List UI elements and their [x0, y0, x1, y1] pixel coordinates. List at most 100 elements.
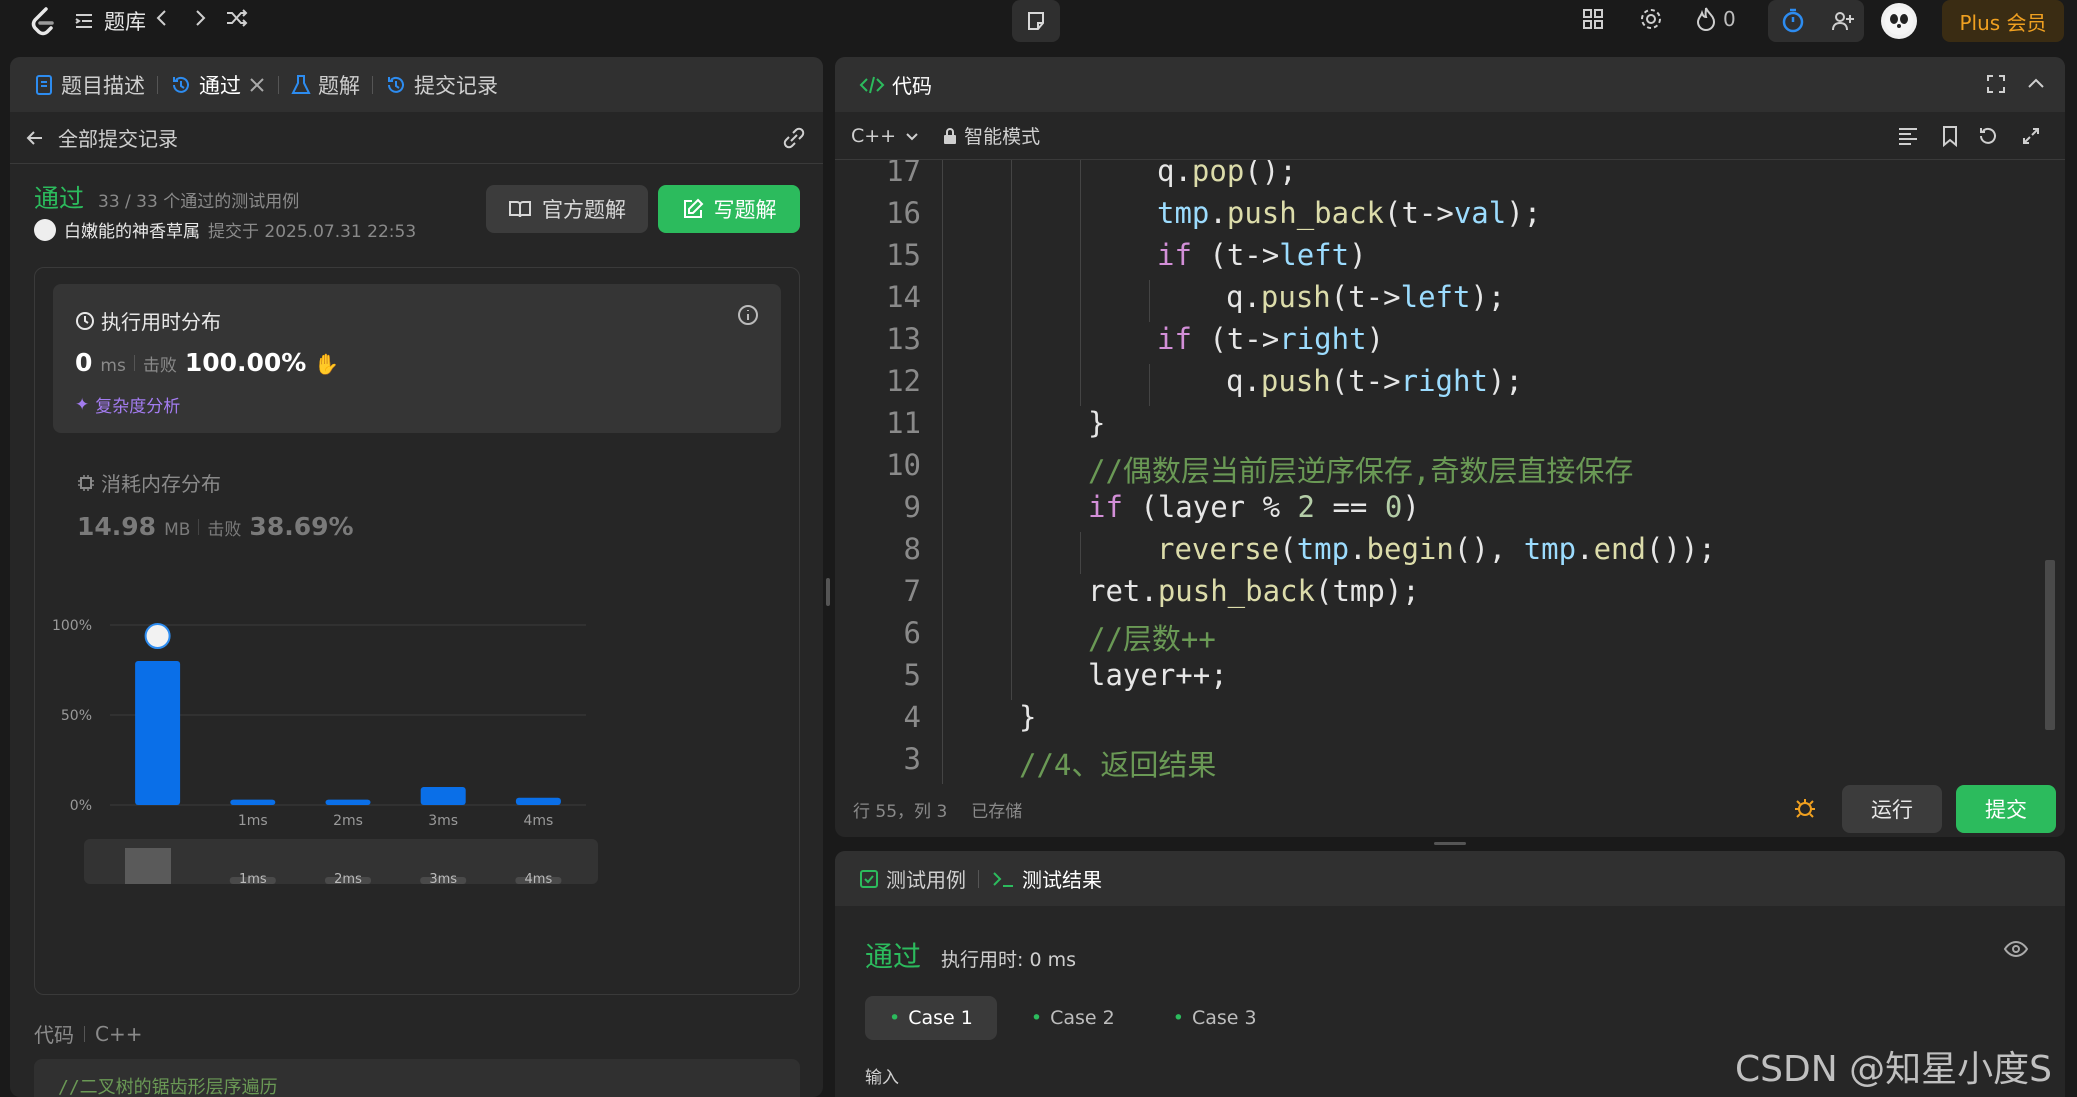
horizontal-resize-handle[interactable] [1434, 842, 1466, 845]
testcase-count: 33 / 33 个通过的测试用例 [98, 192, 300, 212]
tab-description-label: 题目描述 [61, 73, 145, 98]
checkbox-icon [859, 869, 879, 889]
indent-guide [942, 700, 943, 742]
divider [278, 75, 279, 94]
memory-values: 14.98 MB 击败 38.69% [77, 512, 354, 541]
note-icon [1024, 9, 1048, 33]
bookmark-icon[interactable] [1941, 125, 1959, 147]
reset-icon[interactable] [1977, 125, 1999, 147]
tab-code[interactable]: 代码 [851, 57, 940, 112]
tab-submissions-label: 提交记录 [414, 73, 498, 98]
y-tick-label: 100% [52, 618, 92, 634]
case-tab-1[interactable]: • Case 1 [865, 996, 997, 1040]
debug-icon[interactable] [1793, 797, 1817, 821]
indent-guide [1011, 364, 1012, 406]
test-tabbar: 测试用例 测试结果 [835, 851, 2065, 906]
stopwatch-icon[interactable] [1780, 8, 1806, 34]
runtime-card[interactable]: 执行用时分布 0 ms 击败 100.00% ✋ ✦ 复杂度分析 [53, 284, 781, 433]
code-preview-line: //二叉树的锯齿形层序遍历 [58, 1077, 278, 1097]
language-select[interactable]: C++ [851, 125, 920, 147]
complexity-analysis-link[interactable]: ✦ 复杂度分析 [75, 392, 180, 418]
x-tick-label: 3ms [428, 813, 458, 829]
layout-button[interactable] [1580, 6, 1606, 32]
watermark: CSDN @知星小度S [1735, 1049, 2052, 1090]
memory-title[interactable]: 消耗内存分布 [77, 468, 221, 497]
code-line: //偶数层当前层逆序保存,奇数层直接保存 [1088, 454, 1634, 488]
case-tab-3-label: Case 3 [1191, 1007, 1257, 1029]
overview-tick-label: 2ms [334, 872, 362, 887]
case-tab-2[interactable]: • Case 2 [1007, 996, 1139, 1040]
eye-icon[interactable] [2003, 939, 2029, 959]
user-avatar[interactable] [34, 218, 56, 241]
official-solution-button[interactable]: 官方题解 [486, 185, 648, 233]
layout-grid-icon [1580, 6, 1606, 32]
editor-scrollbar[interactable] [2045, 560, 2055, 730]
close-icon[interactable] [248, 76, 266, 94]
next-problem-button[interactable] [188, 6, 212, 30]
indent-guide [942, 406, 943, 448]
divider [978, 869, 979, 888]
tab-solutions[interactable]: 题解 [283, 57, 368, 112]
tab-test-results[interactable]: 测试结果 [983, 851, 1110, 906]
indent-guide [1011, 160, 1012, 196]
indent-guide [1080, 280, 1081, 322]
code-editor[interactable]: 17 q.pop(); 16 tmp.push_back(t->val); 15 if (… [835, 160, 2065, 828]
code-line: layer++; [1088, 658, 1228, 692]
line-number: 3 [903, 742, 921, 776]
tab-accepted[interactable]: 通过 [162, 57, 274, 112]
indent-guide [942, 238, 943, 280]
chevron-up-icon[interactable] [2025, 73, 2047, 95]
notes-button[interactable] [1012, 0, 1060, 42]
memory-title-label: 消耗内存分布 [101, 472, 221, 496]
avatar[interactable] [1881, 3, 1917, 39]
indent-guide [1080, 532, 1081, 574]
code-lang: C++ [95, 1021, 143, 1046]
memory-unit: MB [164, 520, 191, 540]
line-number: 7 [903, 574, 921, 608]
indent-guide [1011, 574, 1012, 616]
settings-button[interactable] [1638, 6, 1664, 32]
sparkle-icon: ✦ [75, 394, 90, 415]
user-name[interactable]: 白嫩能的神香草属 [64, 217, 200, 242]
runtime-beats: 100.00% [184, 348, 307, 377]
leetcode-logo-icon[interactable] [28, 6, 58, 36]
submit-label: 提交 [1985, 798, 2027, 822]
status-badge: 通过 [34, 184, 85, 213]
vertical-resize-handle[interactable] [826, 578, 830, 606]
link-icon[interactable] [781, 127, 807, 149]
arrow-left-icon[interactable] [24, 127, 46, 149]
plus-label: Plus 会员 [1959, 10, 2047, 35]
runtime-distribution-chart[interactable]: 100% 50% 0% 1ms 2ms 3ms 4ms 1ms 2ms 3ms 4ms [35, 598, 801, 996]
format-icon[interactable] [1897, 126, 1919, 146]
case-tabs: • Case 1 • Case 2 • Case 3 [865, 996, 1281, 1040]
smart-mode-toggle[interactable]: 智能模式 [942, 122, 1040, 149]
streak-counter[interactable]: 0 [1695, 6, 1736, 32]
tab-submissions[interactable]: 提交记录 [377, 57, 506, 112]
submit-button[interactable]: 提交 [1956, 785, 2056, 833]
fullscreen-icon[interactable] [1985, 73, 2007, 95]
case-tab-1-label: Case 1 [908, 1007, 973, 1029]
top-bar: 题库 0 Plus 会员 [0, 0, 2077, 42]
x-tick-label: 4ms [523, 813, 553, 829]
tab-code-label: 代码 [892, 74, 932, 98]
info-icon[interactable] [737, 304, 759, 326]
streak-count: 0 [1723, 7, 1736, 31]
case-tab-3[interactable]: • Case 3 [1149, 996, 1281, 1040]
line-number: 8 [903, 532, 921, 566]
run-button[interactable]: 运行 [1842, 785, 1942, 833]
list-icon [72, 9, 96, 33]
divider [84, 1025, 85, 1042]
all-submissions-link[interactable]: 全部提交记录 [58, 123, 178, 152]
test-result-summary: 通过 执行用时: 0 ms [865, 935, 1076, 975]
tab-description[interactable]: 题目描述 [26, 57, 153, 112]
expand-icon[interactable] [2021, 126, 2041, 146]
indent-guide [1080, 160, 1081, 196]
problem-bank-nav[interactable]: 题库 [72, 6, 146, 36]
plus-membership-button[interactable]: Plus 会员 [1942, 0, 2064, 42]
prev-problem-button[interactable] [150, 6, 174, 30]
tab-testcases[interactable]: 测试用例 [851, 851, 974, 906]
write-solution-button[interactable]: 写题解 [658, 185, 800, 233]
add-friend-icon[interactable] [1830, 8, 1856, 34]
indent-guide [942, 490, 943, 532]
random-problem-button[interactable] [224, 6, 250, 30]
